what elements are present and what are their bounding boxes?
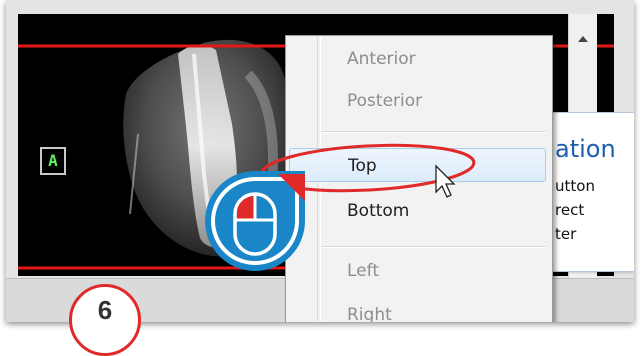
context-menu: Anterior Posterior Top Bottom Left Right [285, 35, 553, 322]
step-number-badge: 6 [69, 284, 141, 356]
side-panel-line-2: rect [555, 201, 585, 219]
side-info-panel: ation utton rect ter [550, 112, 634, 272]
mouse-click-badge [205, 171, 305, 271]
menu-item-posterior: Posterior [347, 91, 423, 111]
side-panel-line-3: ter [555, 225, 577, 243]
side-panel-title: ation [555, 135, 616, 163]
menu-separator [322, 131, 546, 133]
menu-item-left: Left [347, 261, 379, 281]
menu-separator [322, 246, 546, 248]
menu-item-top[interactable]: Top [289, 148, 546, 182]
menu-item-right: Right [347, 305, 392, 322]
side-panel-line-1: utton [555, 177, 595, 195]
application-window: A ation utton rect ter Anterior Posterio… [6, 0, 634, 322]
menu-item-bottom[interactable]: Bottom [286, 194, 552, 228]
scroll-up-arrow-icon[interactable] [578, 36, 588, 42]
orientation-label: A [40, 147, 66, 175]
menu-item-anterior: Anterior [347, 49, 416, 69]
